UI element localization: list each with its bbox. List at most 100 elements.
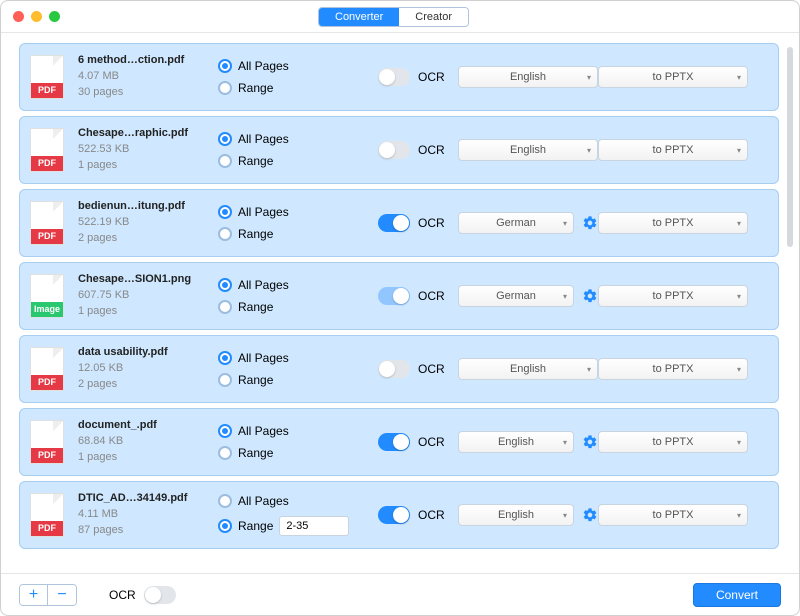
all-pages-radio[interactable] — [218, 205, 232, 219]
format-value: to PPTX — [653, 509, 694, 521]
gear-icon[interactable] — [582, 288, 598, 304]
range-radio[interactable] — [218, 154, 232, 168]
convert-button[interactable]: Convert — [693, 583, 781, 607]
format-dropdown[interactable]: to PPTX ▾ — [598, 431, 748, 453]
all-pages-radio[interactable] — [218, 278, 232, 292]
file-size: 522.19 KB — [78, 215, 218, 231]
close-icon[interactable] — [13, 11, 24, 22]
page-selection: All Pages Range — [218, 424, 378, 460]
ocr-global: OCR — [109, 586, 176, 604]
file-row[interactable]: Image Chesape…SION1.png 607.75 KB 1 page… — [19, 262, 779, 330]
scrollbar[interactable] — [787, 47, 793, 247]
format-dropdown[interactable]: to PPTX ▾ — [598, 358, 748, 380]
file-pages: 2 pages — [78, 231, 218, 247]
range-radio[interactable] — [218, 227, 232, 241]
format-dropdown[interactable]: to PPTX ▾ — [598, 285, 748, 307]
format-column: to PPTX ▾ — [598, 285, 748, 307]
ocr-column: OCR — [378, 141, 458, 159]
all-pages-radio[interactable] — [218, 424, 232, 438]
file-size: 4.07 MB — [78, 69, 218, 85]
ocr-switch[interactable] — [378, 68, 410, 86]
range-radio[interactable] — [218, 81, 232, 95]
all-pages-label: All Pages — [238, 205, 289, 219]
ocr-column: OCR — [378, 287, 458, 305]
ocr-column: OCR — [378, 68, 458, 86]
all-pages-label: All Pages — [238, 494, 289, 508]
file-list: PDF 6 method…ction.pdf 4.07 MB 30 pages … — [19, 43, 781, 569]
file-name: bedienun…itung.pdf — [78, 199, 218, 215]
all-pages-radio[interactable] — [218, 59, 232, 73]
language-value: English — [510, 363, 546, 375]
all-pages-radio[interactable] — [218, 494, 232, 508]
language-dropdown[interactable]: German ▾ — [458, 285, 574, 307]
chevron-down-icon: ▾ — [737, 365, 741, 374]
file-row[interactable]: PDF document_.pdf 68.84 KB 1 pages All P… — [19, 408, 779, 476]
gear-icon[interactable] — [582, 215, 598, 231]
language-value: German — [496, 217, 536, 229]
ocr-switch[interactable] — [378, 433, 410, 451]
file-badge: PDF — [31, 375, 63, 390]
chevron-down-icon: ▾ — [737, 438, 741, 447]
add-button[interactable]: + — [20, 585, 48, 605]
format-dropdown[interactable]: to PPTX ▾ — [598, 66, 748, 88]
format-value: to PPTX — [653, 436, 694, 448]
file-badge: PDF — [31, 83, 63, 98]
chevron-down-icon: ▾ — [737, 511, 741, 520]
file-meta: DTIC_AD…34149.pdf 4.11 MB 87 pages — [78, 491, 218, 539]
file-type-icon: Image — [30, 274, 64, 318]
range-radio[interactable] — [218, 519, 232, 533]
range-radio[interactable] — [218, 373, 232, 387]
tab-creator[interactable]: Creator — [399, 8, 468, 26]
ocr-switch[interactable] — [378, 214, 410, 232]
ocr-switch[interactable] — [378, 360, 410, 378]
format-dropdown[interactable]: to PPTX ▾ — [598, 139, 748, 161]
range-label: Range — [238, 373, 273, 387]
file-list-container: PDF 6 method…ction.pdf 4.07 MB 30 pages … — [1, 33, 799, 573]
file-meta: document_.pdf 68.84 KB 1 pages — [78, 418, 218, 466]
chevron-down-icon: ▾ — [737, 73, 741, 82]
range-radio[interactable] — [218, 300, 232, 314]
all-pages-label: All Pages — [238, 424, 289, 438]
format-value: to PPTX — [653, 363, 694, 375]
file-row[interactable]: PDF bedienun…itung.pdf 522.19 KB 2 pages… — [19, 189, 779, 257]
range-input[interactable] — [279, 516, 349, 536]
ocr-switch[interactable] — [378, 506, 410, 524]
file-meta: 6 method…ction.pdf 4.07 MB 30 pages — [78, 53, 218, 101]
all-pages-radio[interactable] — [218, 351, 232, 365]
range-radio[interactable] — [218, 446, 232, 460]
gear-icon[interactable] — [582, 507, 598, 523]
zoom-icon[interactable] — [49, 11, 60, 22]
format-dropdown[interactable]: to PPTX ▾ — [598, 504, 748, 526]
remove-button[interactable]: − — [48, 585, 76, 605]
gear-icon[interactable] — [582, 434, 598, 450]
format-column: to PPTX ▾ — [598, 66, 748, 88]
file-type-icon: PDF — [30, 201, 64, 245]
tab-converter[interactable]: Converter — [319, 8, 399, 26]
file-type-icon: PDF — [30, 347, 64, 391]
file-name: Chesape…SION1.png — [78, 272, 218, 288]
chevron-down-icon: ▾ — [563, 292, 567, 301]
ocr-label: OCR — [418, 289, 445, 303]
ocr-switch[interactable] — [378, 287, 410, 305]
all-pages-label: All Pages — [238, 278, 289, 292]
language-dropdown[interactable]: German ▾ — [458, 212, 574, 234]
language-dropdown[interactable]: English ▾ — [458, 66, 598, 88]
page-selection: All Pages Range — [218, 494, 378, 536]
chevron-down-icon: ▾ — [587, 365, 591, 374]
file-meta: Chesape…raphic.pdf 522.53 KB 1 pages — [78, 126, 218, 174]
language-dropdown[interactable]: English ▾ — [458, 139, 598, 161]
minimize-icon[interactable] — [31, 11, 42, 22]
all-pages-radio[interactable] — [218, 132, 232, 146]
file-row[interactable]: PDF DTIC_AD…34149.pdf 4.11 MB 87 pages A… — [19, 481, 779, 549]
file-row[interactable]: PDF 6 method…ction.pdf 4.07 MB 30 pages … — [19, 43, 779, 111]
file-meta: data usability.pdf 12.05 KB 2 pages — [78, 345, 218, 393]
file-row[interactable]: PDF data usability.pdf 12.05 KB 2 pages … — [19, 335, 779, 403]
language-dropdown[interactable]: English ▾ — [458, 358, 598, 380]
language-dropdown[interactable]: English ▾ — [458, 504, 574, 526]
file-row[interactable]: PDF Chesape…raphic.pdf 522.53 KB 1 pages… — [19, 116, 779, 184]
ocr-switch[interactable] — [378, 141, 410, 159]
format-dropdown[interactable]: to PPTX ▾ — [598, 212, 748, 234]
ocr-label: OCR — [418, 362, 445, 376]
language-dropdown[interactable]: English ▾ — [458, 431, 574, 453]
ocr-global-switch[interactable] — [144, 586, 176, 604]
